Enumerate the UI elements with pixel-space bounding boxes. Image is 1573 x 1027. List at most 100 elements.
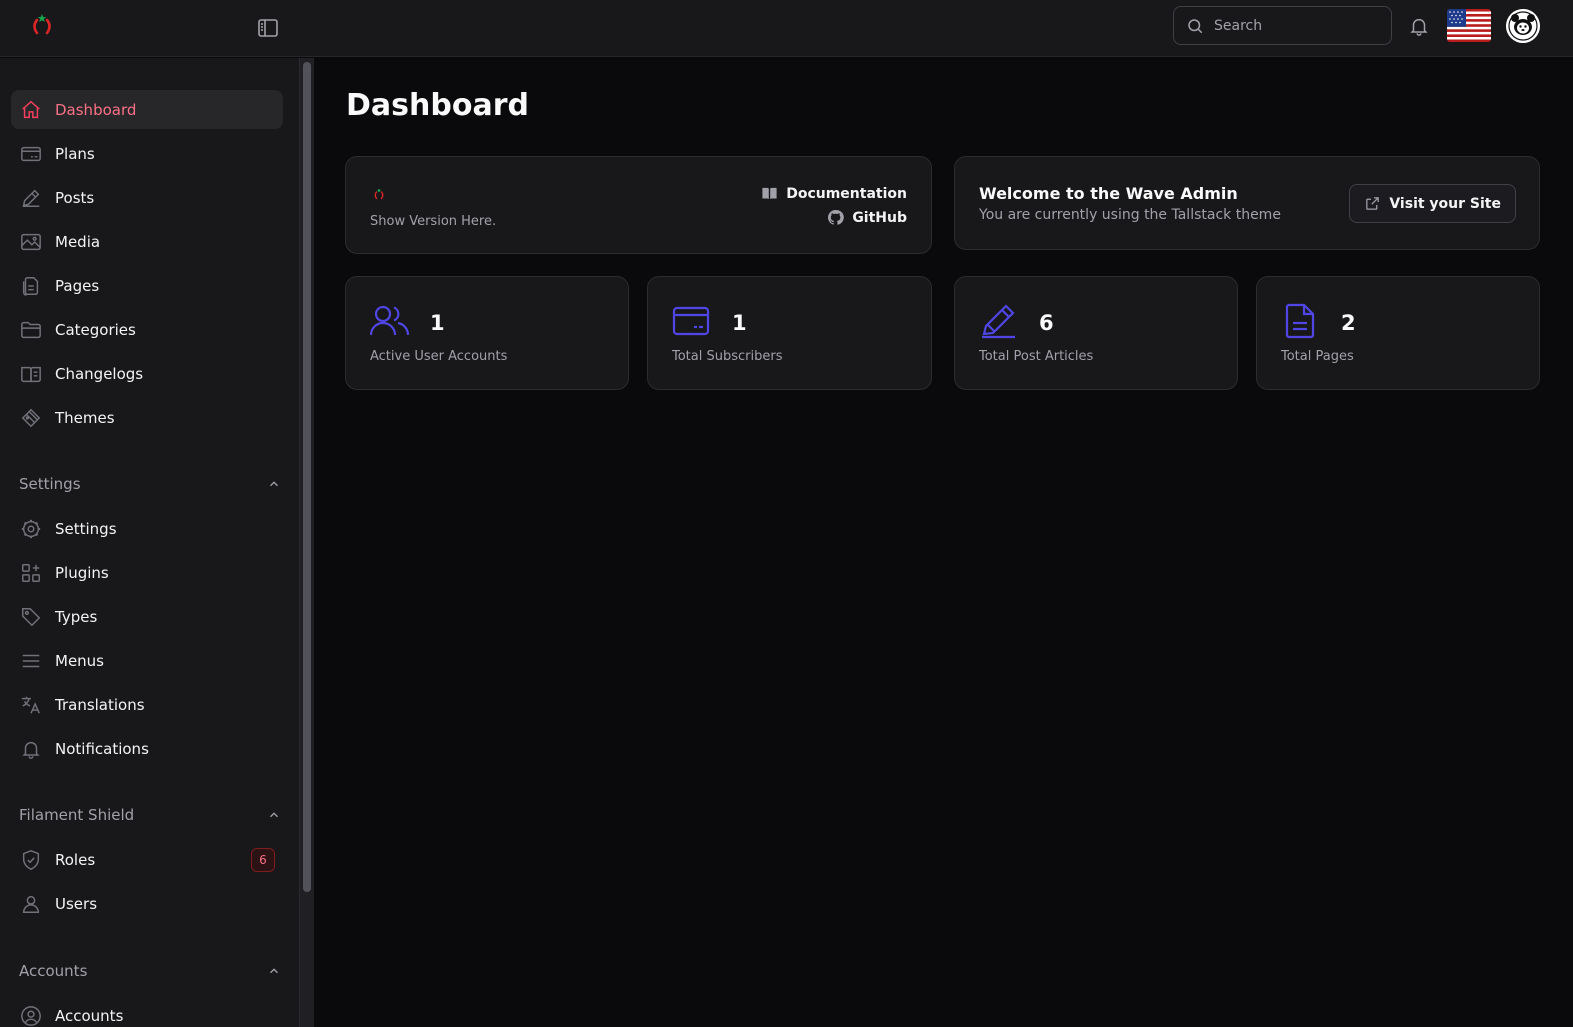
- puzzle-grid-icon: [22, 563, 40, 582]
- sidebar-item-notifications[interactable]: Notifications: [11, 729, 283, 768]
- photo-icon: [21, 233, 41, 250]
- chevron-up-icon: [270, 481, 278, 487]
- stat-label: Total Post Articles: [979, 349, 1094, 364]
- sidebar-item-users[interactable]: Users: [11, 884, 283, 923]
- welcome-subtitle: You are currently using the Tallstack th…: [979, 207, 1281, 223]
- sidebar-item-label: Dashboard: [55, 100, 137, 119]
- chevron-up-icon: [270, 968, 278, 974]
- sidebar-item-translations[interactable]: Translations: [11, 685, 283, 724]
- stat-value: 6: [1039, 311, 1054, 335]
- group-accounts-toggle[interactable]: Accounts: [19, 960, 281, 982]
- credit-card-icon: [672, 306, 710, 336]
- version-card: Show Version Here. Documentation GitHub: [345, 156, 932, 254]
- book-open-icon: [762, 187, 777, 200]
- user-circle-icon: [21, 1005, 41, 1026]
- sidebar-item-label: Accounts: [55, 1006, 124, 1025]
- sidebar-scrollbar-thumb[interactable]: [303, 62, 311, 892]
- notifications-bell-icon[interactable]: [1408, 15, 1430, 37]
- logo-icon[interactable]: [28, 12, 56, 40]
- sidebar-item-changelogs[interactable]: Changelogs: [11, 354, 283, 393]
- sidebar-item-pages[interactable]: Pages: [11, 266, 283, 305]
- sidebar-item-label: Changelogs: [55, 364, 144, 383]
- book-icon: [21, 366, 41, 382]
- sidebar-item-categories[interactable]: Categories: [11, 310, 283, 349]
- sidebar-item-label: Pages: [55, 276, 100, 295]
- roles-count-badge: 6: [251, 847, 275, 872]
- welcome-card: Welcome to the Wave Admin You are curren…: [954, 156, 1540, 250]
- chevron-up-icon: [270, 812, 278, 818]
- documentation-label: Documentation: [786, 185, 907, 202]
- sidebar-item-label: Types: [55, 607, 98, 626]
- user-avatar[interactable]: [1506, 9, 1540, 43]
- version-text: Show Version Here.: [370, 214, 497, 229]
- sidebar-item-media[interactable]: Media: [11, 222, 283, 261]
- stat-card-posts: 6 Total Post Articles: [954, 276, 1238, 390]
- search-icon: [1188, 18, 1203, 33]
- sidebar-item-plugins[interactable]: Plugins: [11, 553, 283, 592]
- pencil-icon: [22, 189, 40, 207]
- sidebar-item-accounts[interactable]: Accounts: [11, 996, 283, 1027]
- welcome-title: Welcome to the Wave Admin: [979, 184, 1238, 203]
- shield-check-icon: [22, 849, 40, 870]
- sidebar-item-label: Translations: [55, 695, 145, 714]
- bars-icon: [22, 654, 40, 667]
- small-logo-icon: [372, 187, 386, 201]
- group-title: Settings: [19, 475, 81, 493]
- document-icon: [22, 276, 39, 296]
- group-title: Filament Shield: [19, 806, 135, 824]
- users-icon: [370, 305, 410, 336]
- folder-icon: [21, 321, 41, 338]
- group-filament-shield-toggle[interactable]: Filament Shield: [19, 804, 281, 826]
- external-link-icon: [1366, 197, 1380, 210]
- search-input[interactable]: [1214, 17, 1384, 34]
- sidebar-item-roles[interactable]: Roles 6: [11, 840, 283, 879]
- cog-icon: [21, 519, 41, 538]
- sidebar-item-plans[interactable]: Plans: [11, 134, 283, 173]
- group-settings-toggle[interactable]: Settings: [19, 473, 281, 495]
- stat-card-users: 1 Active User Accounts: [345, 276, 629, 390]
- sidebar-item-posts[interactable]: Posts: [11, 178, 283, 217]
- github-link[interactable]: GitHub: [827, 209, 907, 226]
- top-bar: [0, 0, 1573, 57]
- tag-icon: [22, 607, 41, 626]
- sidebar-item-label: Roles: [55, 850, 96, 869]
- sidebar-item-settings[interactable]: Settings: [11, 509, 283, 548]
- document-text-icon: [1285, 303, 1315, 339]
- home-icon: [22, 100, 40, 118]
- pencil-icon: [982, 304, 1015, 339]
- sidebar-item-label: Menus: [55, 651, 104, 670]
- stat-value: 2: [1341, 311, 1356, 335]
- stat-label: Total Pages: [1281, 349, 1354, 364]
- sidebar-collapse-icon[interactable]: [256, 16, 280, 40]
- github-label: GitHub: [852, 209, 907, 226]
- sidebar-item-label: Media: [55, 232, 101, 251]
- page-title: Dashboard: [346, 88, 529, 123]
- documentation-link[interactable]: Documentation: [761, 185, 907, 202]
- stat-label: Active User Accounts: [370, 349, 508, 364]
- group-title: Accounts: [19, 962, 88, 980]
- search-box[interactable]: [1173, 6, 1392, 45]
- sidebar-item-label: Users: [55, 894, 98, 913]
- stat-card-pages: 2 Total Pages: [1256, 276, 1540, 390]
- sidebar-item-label: Themes: [55, 408, 115, 427]
- bell-icon: [22, 741, 40, 759]
- sidebar-item-themes[interactable]: Themes: [11, 398, 283, 437]
- language-icon: [21, 696, 40, 714]
- credit-card-icon: [21, 146, 41, 161]
- sidebar-item-label: Plans: [55, 144, 95, 163]
- sidebar-item-label: Settings: [55, 519, 117, 538]
- sidebar-item-label: Notifications: [55, 739, 149, 758]
- stat-value: 1: [430, 311, 445, 335]
- sidebar-item-menus[interactable]: Menus: [11, 641, 283, 680]
- github-icon: [828, 210, 845, 225]
- sidebar-item-label: Categories: [55, 320, 136, 339]
- us-flag-icon[interactable]: [1447, 9, 1491, 42]
- sidebar-item-dashboard[interactable]: Dashboard: [11, 90, 283, 129]
- sidebar-item-label: Posts: [55, 188, 95, 207]
- sidebar-item-label: Plugins: [55, 563, 109, 582]
- stat-label: Total Subscribers: [672, 349, 783, 364]
- visit-site-label: Visit your Site: [1389, 195, 1501, 212]
- visit-site-button[interactable]: Visit your Site: [1349, 184, 1516, 223]
- sidebar: Dashboard Plans Posts Media Pages Catego…: [0, 58, 299, 1027]
- sidebar-item-types[interactable]: Types: [11, 597, 283, 636]
